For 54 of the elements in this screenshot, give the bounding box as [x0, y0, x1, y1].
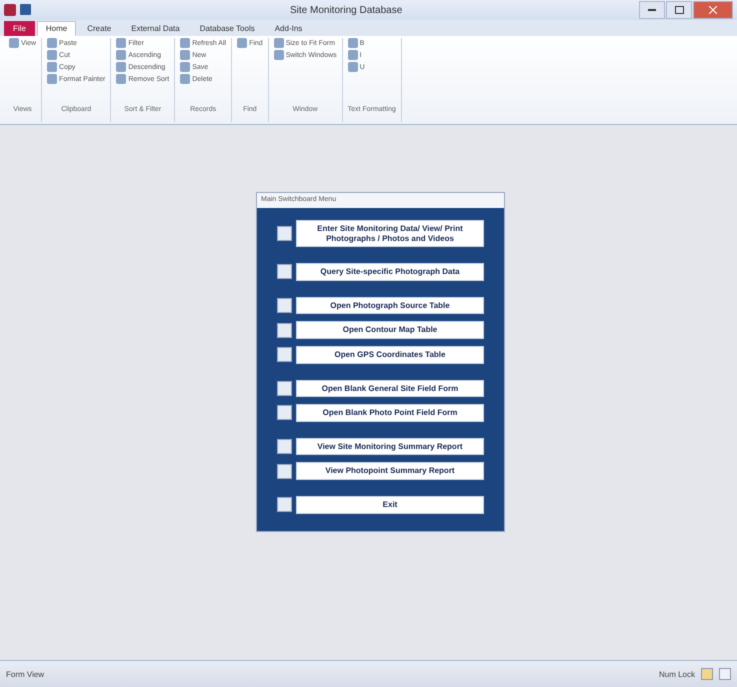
menu-button[interactable]: Open Contour Map Table	[296, 321, 484, 339]
toolbar-icon[interactable]	[47, 74, 58, 84]
ribbon-tab[interactable]: Home	[36, 21, 76, 36]
maximize-button[interactable]	[666, 1, 692, 19]
toolbar-icon[interactable]	[348, 50, 358, 60]
ribbon-tab[interactable]: Add-Ins	[266, 21, 312, 36]
toolbar-icon[interactable]	[348, 62, 358, 72]
toolbar-icon[interactable]	[237, 38, 248, 48]
file-tab[interactable]: File	[4, 21, 35, 36]
toolbar-icon[interactable]	[180, 62, 190, 72]
minimize-button[interactable]	[639, 1, 665, 19]
toolbar-icon[interactable]	[274, 38, 284, 48]
toolbar-icon[interactable]	[9, 38, 19, 48]
toolbar-icon[interactable]	[180, 50, 190, 60]
toolbar-icon[interactable]	[47, 38, 58, 48]
ribbon-tab[interactable]: External Data	[122, 21, 189, 36]
checkbox[interactable]	[277, 347, 292, 362]
toolbar-icon[interactable]	[348, 38, 358, 48]
view-icon[interactable]	[701, 668, 713, 680]
menu-button[interactable]: Open GPS Coordinates Table	[296, 346, 484, 364]
toolbar-icon[interactable]	[116, 38, 126, 48]
toolbar-icon[interactable]	[116, 74, 126, 84]
checkbox[interactable]	[277, 322, 292, 338]
app-icon[interactable]	[4, 4, 16, 16]
menu-button[interactable]: View Site Monitoring Summary Report	[296, 438, 484, 456]
ribbon-tab[interactable]: Create	[78, 21, 120, 36]
status-text: Form View	[6, 670, 46, 678]
menu-button[interactable]: Open Photograph Source Table	[296, 296, 484, 314]
checkbox[interactable]	[277, 226, 292, 242]
checkbox[interactable]	[277, 264, 292, 280]
ribbon-tab[interactable]: Database Tools	[190, 21, 264, 36]
checkbox[interactable]	[277, 497, 292, 512]
menu-button[interactable]: View Photopoint Summary Report	[296, 462, 484, 480]
checkbox[interactable]	[277, 298, 292, 314]
checkbox[interactable]	[277, 405, 292, 420]
window-title: Site Monitoring Database	[290, 4, 404, 16]
toolbar-icon[interactable]	[274, 50, 284, 60]
toolbar-icon[interactable]	[180, 74, 190, 84]
checkbox[interactable]	[277, 380, 292, 396]
toolbar-icon[interactable]	[116, 50, 126, 60]
close-button[interactable]	[693, 1, 733, 19]
menu-button[interactable]: Query Site-specific Photograph Data	[296, 263, 484, 281]
toolbar-icon[interactable]	[116, 62, 126, 72]
menu-button[interactable]: Exit	[296, 496, 484, 514]
menu-button[interactable]: Open Blank General Site Field Form	[296, 380, 484, 398]
checkbox[interactable]	[277, 464, 292, 479]
toolbar-icon[interactable]	[47, 62, 58, 72]
menu-button[interactable]: Open Blank Photo Point Field Form	[296, 404, 484, 422]
toolbar-icon[interactable]	[180, 38, 190, 48]
view-icon[interactable]	[719, 668, 731, 680]
checkbox[interactable]	[277, 439, 292, 454]
toolbar-icon[interactable]	[47, 50, 58, 60]
status-text: Num Lock	[658, 670, 695, 678]
menu-button[interactable]: Enter Site Monitoring Data/ View/ Print Photographs / Photos and Videos	[296, 220, 484, 248]
